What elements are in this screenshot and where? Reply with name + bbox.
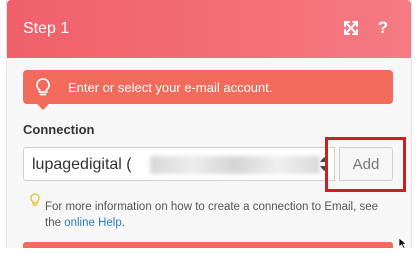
module-settings-panel: Step 1 ? Enter or select your e-mail acc… [6, 0, 412, 248]
hint-banner: Enter or select your e-mail account. [23, 70, 393, 110]
connection-select[interactable]: lupagedigital ( [23, 147, 335, 181]
online-help-link[interactable]: online Help [64, 217, 122, 229]
hint-pointer [37, 104, 49, 110]
hint-text: Enter or select your e-mail account. [68, 80, 273, 95]
panel-title: Step 1 [23, 20, 70, 37]
info-bulb-icon [29, 193, 41, 207]
connection-select-value: lupagedigital ( [32, 156, 132, 173]
lightbulb-icon [33, 77, 53, 97]
cursor-icon [398, 236, 408, 250]
panel-header: Step 1 ? [7, 0, 411, 58]
help-note-suffix: . [121, 217, 125, 229]
connection-label: Connection [23, 122, 95, 137]
next-section-bar [23, 242, 393, 248]
help-icon[interactable]: ? [373, 18, 393, 38]
help-note: For more information on how to create a … [45, 199, 385, 231]
expand-icon[interactable] [341, 18, 361, 38]
redacted-email [150, 156, 320, 174]
highlight-annotation [325, 137, 406, 192]
